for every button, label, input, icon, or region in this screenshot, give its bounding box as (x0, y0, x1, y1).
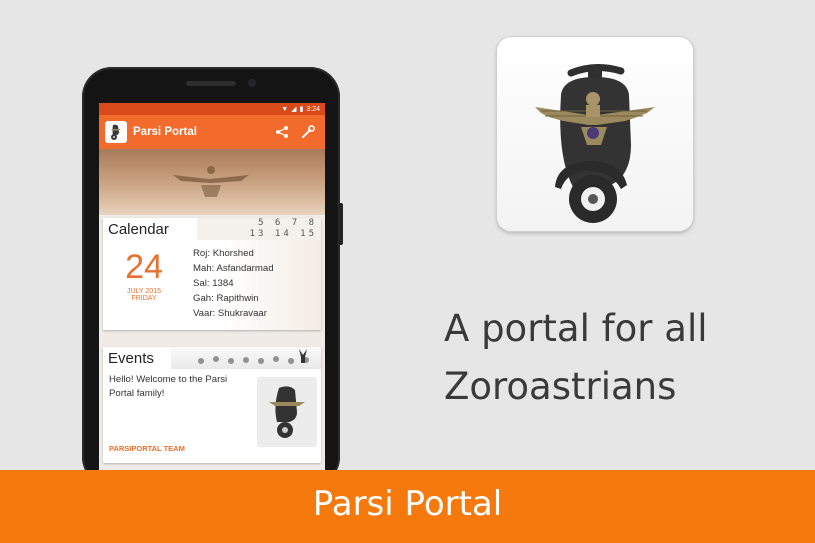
phone-mockup: ▼ ◢ ▮ 3:24 Parsi Portal 5 6 7 8 13 14 15… (82, 67, 343, 487)
phone-screen: ▼ ◢ ▮ 3:24 Parsi Portal 5 6 7 8 13 14 15… (99, 103, 325, 487)
events-heading: Events (108, 349, 154, 367)
events-header-graphic (171, 347, 321, 369)
scooter-logo-icon (535, 64, 655, 223)
signal-icon: ◢ (291, 105, 297, 113)
phone-camera (248, 79, 256, 87)
calendar-sal: Sal: 1384 (193, 278, 234, 289)
wifi-icon: ▼ (281, 105, 289, 113)
events-body: Hello! Welcome to the Parsi Portal famil… (103, 369, 321, 463)
battery-icon: ▮ (299, 105, 304, 113)
calendar-heading: Calendar (108, 220, 169, 238)
calendar-mah: Mah: Asfandarmad (193, 263, 274, 274)
events-card[interactable]: Events Hello! Welcome to the Parsi Porta… (103, 347, 321, 463)
app-title: Parsi Portal (133, 126, 197, 138)
phone-side-button (339, 203, 343, 245)
app-icon (497, 37, 693, 231)
calendar-gah: Gah: Rapithwin (193, 293, 259, 304)
calendar-day-number: 24 (125, 248, 163, 286)
calendar-header-graphic: 5 6 7 8 13 14 15 (197, 218, 321, 240)
event-thumbnail[interactable] (257, 377, 317, 447)
farohar-symbol-icon (173, 166, 249, 197)
footer-title: Parsi Portal (312, 483, 503, 524)
calendar-vaar: Vaar: Shukravaar (193, 308, 267, 319)
tagline: A portal for all Zoroastrians (444, 300, 804, 416)
calendar-card-header: 5 6 7 8 13 14 15 Calendar (103, 218, 321, 240)
app-logo-icon[interactable] (105, 121, 127, 143)
calendar-details: Roj: Khorshed Mah: Asfandarmad Sal: 1384… (179, 244, 315, 326)
events-card-header: Events (103, 347, 321, 369)
events-author: PARSIPORTAL TEAM (109, 444, 185, 453)
share-icon[interactable] (271, 121, 293, 143)
tagline-line-2: Zoroastrians (444, 365, 677, 408)
calendar-weekday: FRIDAY (131, 295, 157, 302)
calendar-body: 24 JULY 2015 FRIDAY Roj: Khorshed Mah: A… (103, 240, 321, 330)
status-bar: ▼ ◢ ▮ 3:24 (99, 103, 325, 115)
events-message: Hello! Welcome to the Parsi Portal famil… (109, 374, 228, 399)
calendar-roj: Roj: Khorshed (193, 248, 254, 259)
hero-banner (99, 149, 325, 215)
phone-speaker (186, 81, 236, 86)
calendar-month-year: JULY 2015 (127, 288, 161, 295)
wrench-icon[interactable] (297, 121, 319, 143)
tagline-line-1: A portal for all (444, 307, 708, 350)
calendar-card[interactable]: 5 6 7 8 13 14 15 Calendar 24 JULY 2015 F… (103, 218, 321, 330)
footer-banner: Parsi Portal (0, 470, 815, 543)
calendar-date: 24 JULY 2015 FRIDAY (109, 244, 179, 326)
scooter-icon (269, 386, 305, 438)
app-bar: Parsi Portal (99, 115, 325, 149)
status-time: 3:24 (306, 105, 320, 113)
